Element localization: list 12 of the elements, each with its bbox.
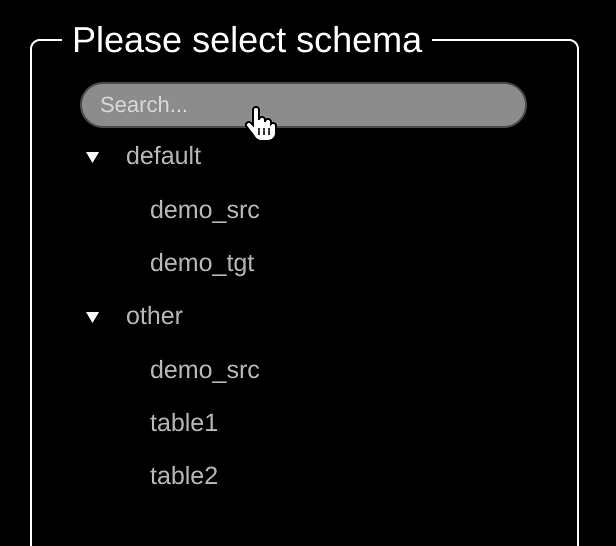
tree-item[interactable]: demo_src: [150, 352, 260, 390]
tree-item[interactable]: demo_tgt: [150, 244, 254, 282]
tree-item[interactable]: table1: [150, 404, 218, 442]
hand-cursor-icon: [244, 106, 278, 142]
tree-item[interactable]: demo_src: [150, 192, 260, 230]
panel-title: Please select schema: [71, 20, 424, 60]
expand-toggle-icon[interactable]: [86, 310, 99, 324]
expand-toggle-icon[interactable]: [86, 150, 99, 164]
search-field[interactable]: Search...: [80, 82, 527, 128]
tree-group[interactable]: other: [126, 298, 183, 336]
tree-item[interactable]: table2: [150, 458, 218, 496]
tree-group[interactable]: default: [126, 138, 202, 176]
